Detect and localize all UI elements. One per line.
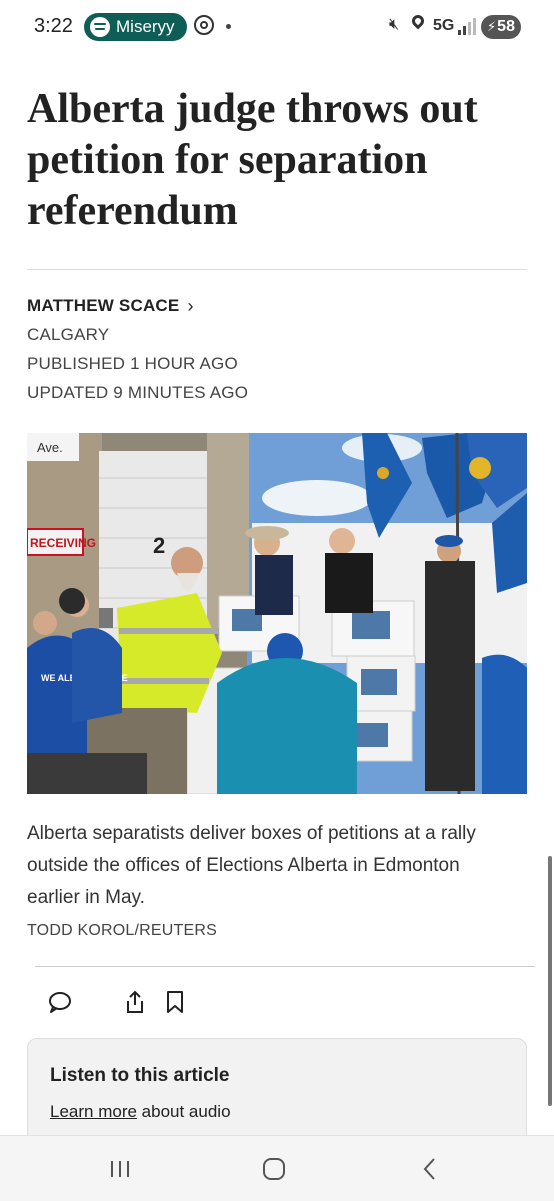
byline: MATTHEW SCACE › CALGARY PUBLISHED 1 HOUR…	[27, 292, 527, 407]
article-photo[interactable]: Ave. RECEIVING 2 WE	[27, 433, 527, 794]
charging-icon: ⚡︎	[487, 19, 497, 34]
system-nav-bar	[0, 1135, 554, 1201]
clock: 3:22	[34, 15, 73, 37]
article-headline: Alberta judge throws out petition for se…	[27, 86, 478, 234]
chevron-right-icon: ›	[187, 295, 194, 316]
network-type: 5G	[433, 17, 455, 34]
status-bar: 3:22 Miseryy 🔇︎ 5G ⚡︎ 58	[0, 0, 554, 56]
receiving-sign-text: RECEIVING	[30, 536, 96, 550]
dateline-location: CALGARY	[27, 325, 110, 344]
listen-title: Listen to this article	[50, 1065, 230, 1086]
divider	[35, 966, 535, 967]
scrollbar-thumb[interactable]	[548, 856, 552, 1106]
learn-more-link[interactable]: Learn more	[50, 1102, 137, 1121]
battery-indicator: ⚡︎ 58	[481, 15, 521, 39]
location-icon	[409, 12, 427, 30]
author-link[interactable]: MATTHEW SCACE ›	[27, 292, 527, 320]
updated-time: UPDATED 9 MINUTES AGO	[27, 383, 249, 402]
rally-photo-illustration: Ave. RECEIVING 2 WE	[27, 433, 527, 794]
mute-icon: 🔇︎	[389, 16, 400, 33]
notification-dot-icon	[226, 24, 231, 29]
signal-icon	[458, 17, 476, 35]
divider	[27, 269, 527, 270]
media-app-label: Miseryy	[116, 17, 175, 36]
spotify-media-pill[interactable]: Miseryy	[84, 13, 187, 41]
recent-apps-icon[interactable]	[106, 1156, 134, 1182]
listen-suffix: about audio	[136, 1102, 231, 1121]
share-icon[interactable]	[122, 989, 148, 1015]
author-name: MATTHEW SCACE	[27, 296, 180, 315]
listen-subtitle: Learn more about audio	[50, 1102, 231, 1122]
photo-credit: TODD KOROL/REUTERS	[27, 922, 217, 939]
back-icon[interactable]	[416, 1156, 444, 1182]
listen-to-article-card: Listen to this article Learn more about …	[27, 1038, 527, 1148]
door-number: 2	[153, 533, 165, 558]
spotify-icon	[90, 17, 110, 37]
sign-top-text: Ave.	[37, 440, 63, 455]
home-icon[interactable]	[260, 1156, 288, 1182]
published-time: PUBLISHED 1 HOUR AGO	[27, 354, 238, 373]
bookmark-icon[interactable]	[162, 989, 188, 1015]
battery-level: 58	[497, 18, 515, 35]
comment-icon[interactable]	[47, 989, 73, 1015]
photo-caption: Alberta separatists deliver boxes of pet…	[27, 823, 476, 908]
threads-icon	[194, 15, 214, 35]
